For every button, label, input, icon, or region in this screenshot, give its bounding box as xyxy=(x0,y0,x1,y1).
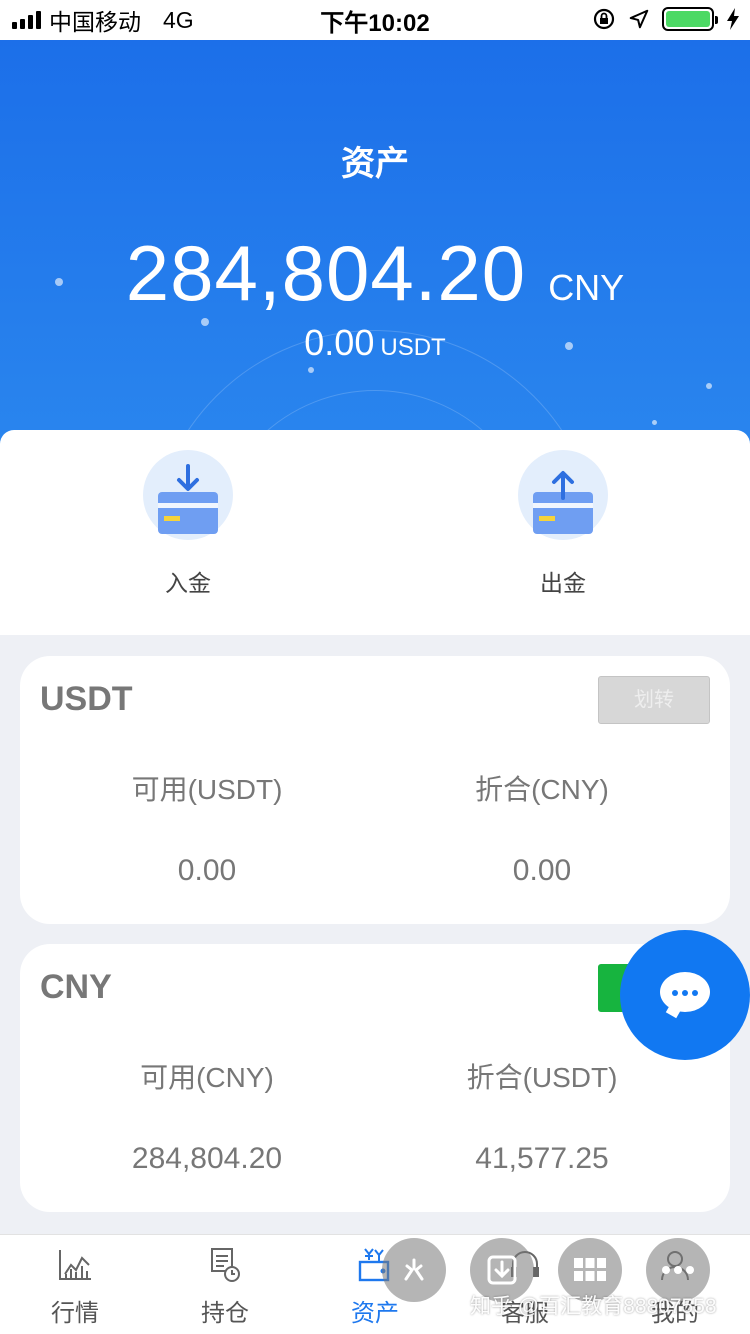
carrier-label: 中国移动 xyxy=(49,9,141,35)
status-bar: 中国移动 4G 下午10:02 xyxy=(0,0,750,40)
withdraw-button[interactable]: 出金 xyxy=(483,450,643,598)
converted-label: 折合(USDT) xyxy=(466,1062,618,1093)
withdraw-label: 出金 xyxy=(540,570,586,596)
decor-dot xyxy=(308,367,314,373)
total-amount: 284,804.20 xyxy=(125,229,527,317)
battery-icon xyxy=(662,7,718,31)
more-icon xyxy=(662,1266,694,1274)
account-name: CNY xyxy=(40,968,112,1006)
total-asset: 284,804.20 CNY xyxy=(0,228,750,319)
tab-market[interactable]: 行情 xyxy=(0,1243,150,1328)
network-label: 4G xyxy=(163,6,194,33)
orientation-lock-icon xyxy=(593,8,615,30)
download-icon xyxy=(487,1255,517,1285)
converted-label: 折合(CNY) xyxy=(475,774,609,805)
available-value: 0.00 xyxy=(177,854,237,887)
chat-fab-button[interactable] xyxy=(620,930,750,1060)
converted-value: 41,577.25 xyxy=(475,1142,609,1175)
deposit-button[interactable]: 入金 xyxy=(108,450,268,598)
decor-dot xyxy=(652,420,657,425)
total-currency: CNY xyxy=(548,267,625,308)
charging-icon xyxy=(727,8,739,30)
action-panel: 入金 出金 xyxy=(0,430,750,635)
usdt-currency: USDT xyxy=(380,334,446,361)
withdraw-icon xyxy=(518,450,608,540)
converted-balance: 折合(CNY) 0.00 xyxy=(417,768,667,888)
deposit-label: 入金 xyxy=(165,570,211,596)
tab-positions[interactable]: 持仓 xyxy=(150,1243,300,1328)
document-clock-icon xyxy=(211,1248,240,1282)
usdt-amount: 0.00 xyxy=(304,322,375,363)
location-icon xyxy=(629,9,649,29)
asset-header: 资产 284,804.20 CNY 0.00 USDT xyxy=(0,40,750,460)
account-card-usdt: USDT 划转 可用(USDT) 0.00 折合(CNY) 0.00 xyxy=(20,656,730,924)
available-label: 可用(USDT) xyxy=(131,774,283,805)
transfer-button[interactable]: 划转 xyxy=(598,676,710,724)
tab-label: 行情 xyxy=(51,1300,99,1327)
tab-label: 持仓 xyxy=(201,1300,249,1327)
signal-icon xyxy=(12,11,41,29)
page-title: 资产 xyxy=(341,145,409,183)
decor-dot xyxy=(706,383,712,389)
sparkle-button[interactable] xyxy=(382,1238,446,1302)
usdt-asset: 0.00 USDT xyxy=(0,322,750,364)
available-balance: 可用(CNY) 284,804.20 xyxy=(82,1056,332,1176)
available-value: 284,804.20 xyxy=(131,1142,283,1175)
chat-bubble-icon xyxy=(660,972,710,1012)
account-name: USDT xyxy=(40,680,133,718)
available-label: 可用(CNY) xyxy=(140,1062,274,1093)
grid-icon xyxy=(574,1258,606,1281)
chart-icon xyxy=(59,1250,91,1280)
watermark: 知乎 @百汇教育88807558 xyxy=(470,1295,717,1318)
converted-balance: 折合(USDT) 41,577.25 xyxy=(417,1056,667,1176)
deposit-icon xyxy=(143,450,233,540)
converted-value: 0.00 xyxy=(512,854,572,887)
available-balance: 可用(USDT) 0.00 xyxy=(82,768,332,888)
sparkle-icon xyxy=(404,1258,424,1281)
